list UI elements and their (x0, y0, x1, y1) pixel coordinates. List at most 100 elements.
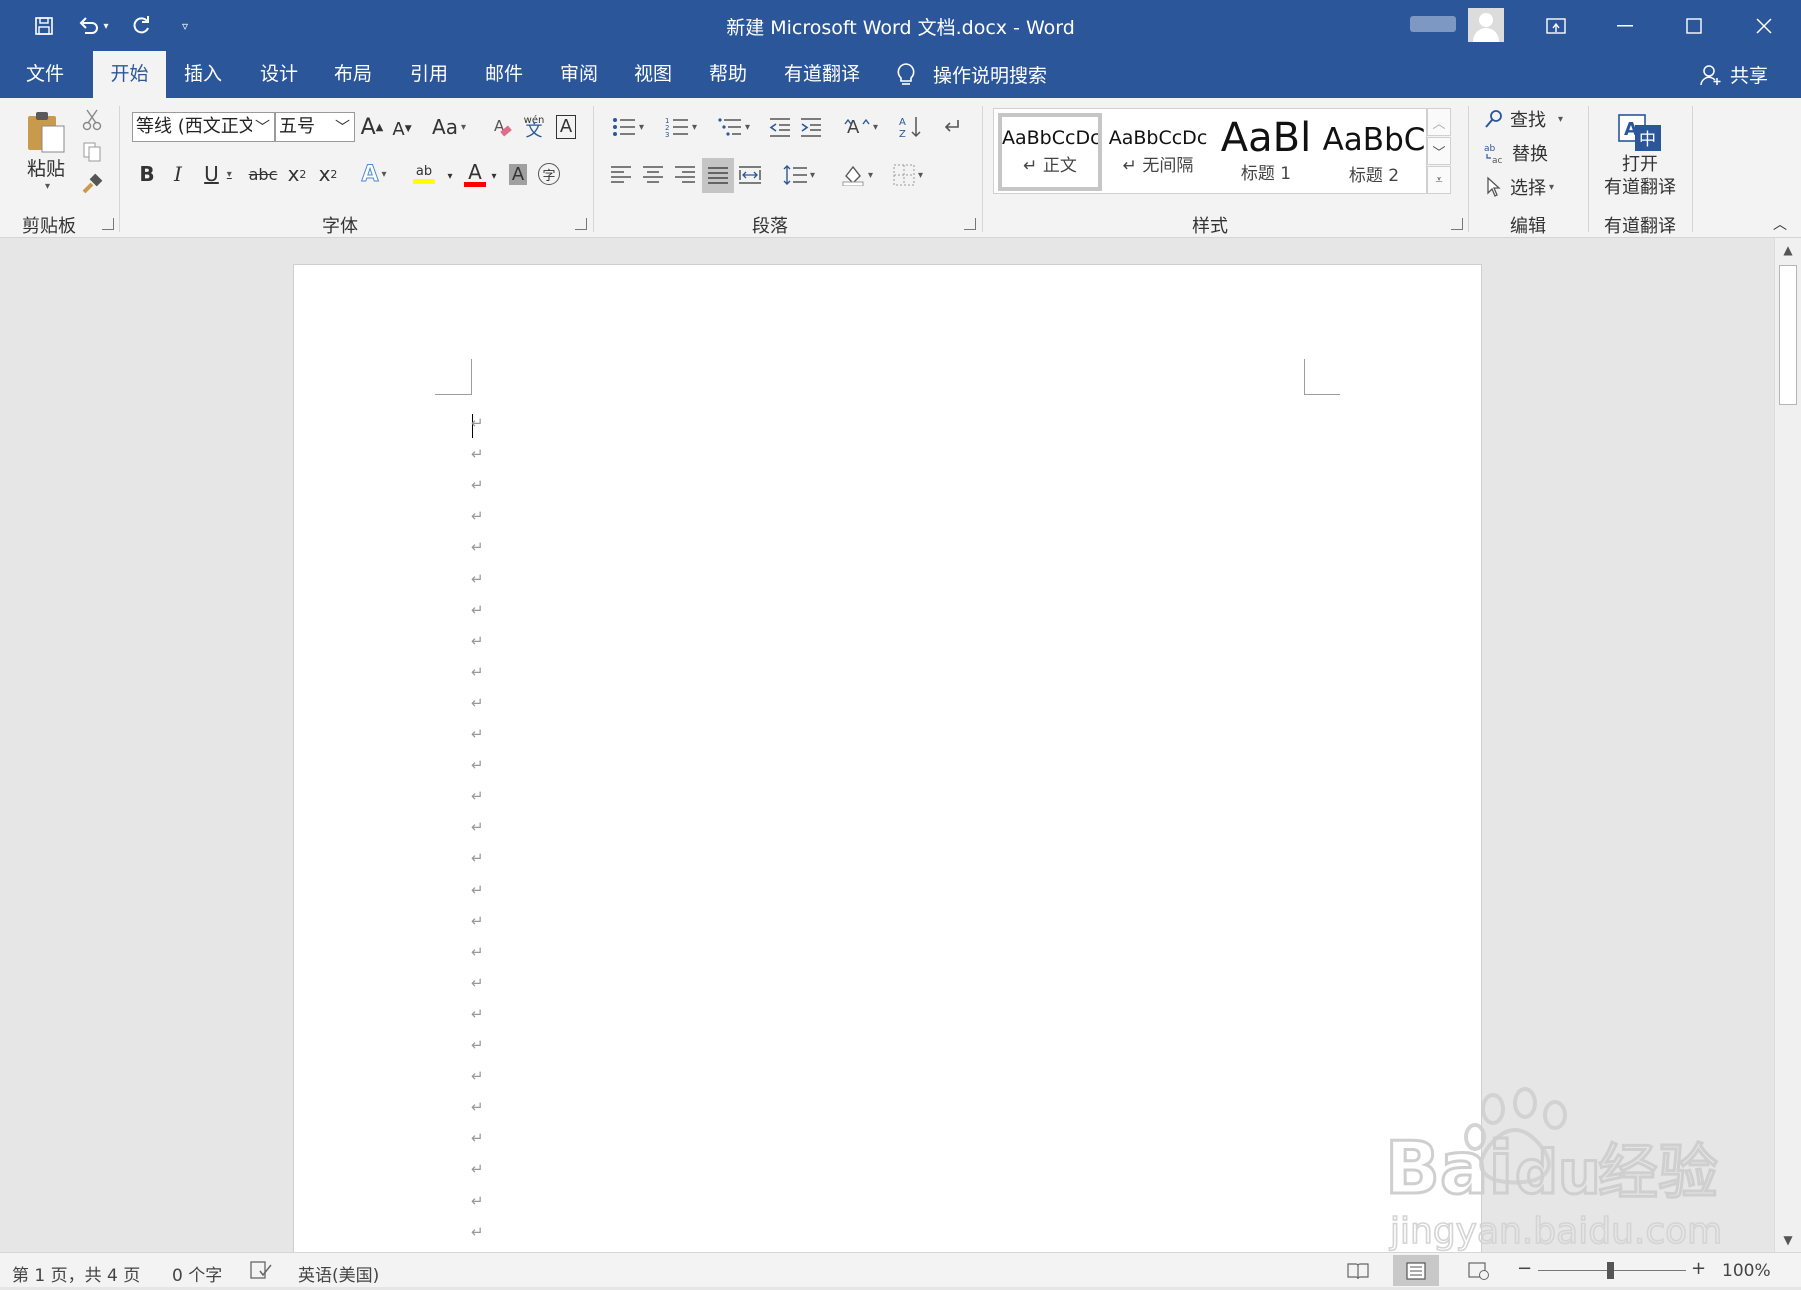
avatar[interactable] (1468, 8, 1504, 42)
shrink-font-icon[interactable]: A ▼ (388, 114, 416, 144)
clear-formatting-icon[interactable]: A (488, 112, 518, 142)
cut-icon[interactable] (78, 106, 106, 134)
increase-indent-icon[interactable] (797, 112, 825, 142)
tell-me-search[interactable]: 操作说明搜索 (895, 51, 1047, 98)
paragraph-mark: ↵ (471, 414, 484, 432)
save-icon[interactable] (27, 10, 61, 42)
tab-view[interactable]: 视图 (622, 51, 684, 98)
proofing-icon[interactable] (250, 1261, 272, 1284)
borders-button[interactable]: ▾ (885, 160, 931, 190)
style-heading-1[interactable]: AaBl 标题 1 (1214, 113, 1318, 191)
tab-help[interactable]: 帮助 (697, 51, 759, 98)
style-normal[interactable]: AaBbCcDc ↵ 正文 (998, 113, 1102, 191)
tab-file[interactable]: 文件 (14, 51, 76, 98)
zoom-slider-thumb[interactable] (1607, 1262, 1614, 1279)
print-layout-icon[interactable] (1393, 1255, 1439, 1286)
tab-home[interactable]: 开始 (93, 51, 166, 98)
highlight-color-button[interactable]: ab (402, 158, 446, 190)
scroll-down-icon[interactable]: ▼ (1775, 1228, 1801, 1252)
font-size-combo[interactable]: 五号 ﹀ (275, 112, 355, 142)
shading-button[interactable]: ▾ (834, 160, 880, 190)
subscript-icon[interactable]: x2 (283, 158, 311, 190)
paragraph-mark: ↵ (471, 476, 484, 495)
collapse-ribbon-icon[interactable]: ︿ (1768, 214, 1792, 234)
scroll-up-icon[interactable]: ▲ (1775, 238, 1801, 262)
word-count[interactable]: 0 个字 (172, 1261, 222, 1286)
strikethrough-icon[interactable]: abc (246, 158, 280, 190)
phonetic-guide-icon[interactable]: wén 文 (519, 110, 549, 142)
copy-icon[interactable] (78, 138, 106, 166)
align-left-icon[interactable] (607, 160, 635, 190)
font-size-value: 五号 (279, 116, 315, 137)
align-right-icon[interactable] (671, 160, 699, 190)
numbering-button[interactable]: 1 2 3 ▾ (658, 112, 704, 142)
text-effects-button[interactable]: A ▾ (352, 158, 396, 190)
web-layout-icon[interactable] (1456, 1255, 1502, 1286)
gallery-down-icon[interactable]: ﹀ (1427, 137, 1451, 165)
sort-icon[interactable]: AZ (896, 112, 926, 142)
svg-text:Z: Z (899, 129, 906, 139)
tab-insert[interactable]: 插入 (172, 51, 234, 98)
tab-mailings[interactable]: 邮件 (473, 51, 535, 98)
scroll-thumb[interactable] (1779, 265, 1797, 405)
share-button[interactable]: 共享 (1700, 51, 1768, 98)
styles-launcher-icon[interactable] (1451, 218, 1463, 230)
page-count[interactable]: 第 1 页，共 4 页 (12, 1261, 140, 1286)
tab-design[interactable]: 设计 (248, 51, 310, 98)
tab-review[interactable]: 审阅 (548, 51, 610, 98)
tab-youdao[interactable]: 有道翻译 (778, 51, 866, 98)
minimize-icon[interactable] (1591, 0, 1659, 51)
bold-icon[interactable]: B (134, 158, 160, 190)
redo-icon[interactable] (124, 10, 158, 42)
show-marks-icon[interactable] (936, 112, 966, 142)
tab-layout[interactable]: 布局 (322, 51, 384, 98)
style-heading-2[interactable]: AaBbC 标题 2 (1322, 113, 1426, 191)
font-launcher-icon[interactable] (575, 218, 587, 230)
align-center-icon[interactable] (639, 160, 667, 190)
gallery-up-icon[interactable]: ︿ (1427, 108, 1451, 136)
justify-icon[interactable] (702, 158, 734, 193)
font-color-dropdown-icon[interactable]: ▾ (488, 170, 500, 182)
user-name[interactable] (1410, 16, 1456, 32)
vertical-scrollbar[interactable]: ▲ ▼ (1774, 238, 1801, 1252)
character-shading-icon[interactable]: A (505, 158, 531, 190)
enclose-characters-icon[interactable]: 字 (535, 158, 563, 190)
chinese-layout-button[interactable]: A ▾ (838, 112, 884, 142)
tab-references[interactable]: 引用 (398, 51, 460, 98)
style-no-spacing[interactable]: AaBbCcDc ↵ 无间隔 (1106, 113, 1210, 191)
ribbon-display-options-icon[interactable] (1522, 0, 1590, 51)
bullets-button[interactable]: ▾ (605, 112, 651, 142)
grow-font-icon[interactable]: A ▲ (358, 112, 386, 142)
language-status[interactable]: 英语(美国) (298, 1261, 379, 1286)
paragraph-mark: ↵ (471, 1098, 484, 1117)
clipboard-launcher-icon[interactable] (102, 218, 114, 230)
character-border-icon[interactable]: A (552, 112, 580, 142)
zoom-out-button[interactable]: − (1517, 1258, 1532, 1279)
select-button[interactable]: 选择 ▾ (1484, 172, 1580, 202)
zoom-level[interactable]: 100% (1722, 1261, 1771, 1281)
undo-icon[interactable]: ▾ (70, 10, 116, 42)
close-icon[interactable] (1730, 0, 1798, 51)
font-name-combo[interactable]: 等线 (西文正文 ﹀ (132, 112, 275, 142)
customize-icon[interactable]: ▿ (168, 10, 202, 42)
underline-button[interactable]: U ▾ (196, 158, 240, 190)
change-case-button[interactable]: Aa ▾ (427, 112, 471, 142)
replace-button[interactable]: ab ac 替换 (1484, 138, 1580, 168)
decrease-indent-icon[interactable] (766, 112, 794, 142)
multilevel-list-button[interactable]: ▾ (711, 112, 757, 142)
zoom-in-button[interactable]: + (1691, 1258, 1706, 1279)
find-button[interactable]: 查找 ▾ (1484, 104, 1580, 134)
open-youdao-button[interactable]: A中 打开 有道翻译 (1598, 108, 1682, 204)
paragraph-launcher-icon[interactable] (964, 218, 976, 230)
gallery-more-icon[interactable]: ⩡ (1427, 166, 1451, 194)
paste-button[interactable]: 粘贴 ▾ (18, 106, 74, 196)
maximize-icon[interactable] (1660, 0, 1728, 51)
distributed-icon[interactable] (736, 160, 764, 190)
document-page[interactable]: ↵ ↵ ↵ ↵ ↵ ↵ ↵ ↵ ↵ ↵ ↵ ↵ ↵ ↵ ↵ ↵ ↵ ↵ ↵ ↵ ↵ ↵ ↵ ↵ ↵ ↵ ↵ (293, 264, 1482, 1252)
format-painter-icon[interactable] (78, 170, 106, 198)
italic-icon[interactable]: I (165, 158, 191, 190)
read-mode-icon[interactable] (1335, 1255, 1381, 1286)
superscript-icon[interactable]: x2 (314, 158, 342, 190)
paragraph-mark: ↵ (471, 1222, 484, 1241)
line-spacing-button[interactable]: ▾ (776, 160, 822, 190)
